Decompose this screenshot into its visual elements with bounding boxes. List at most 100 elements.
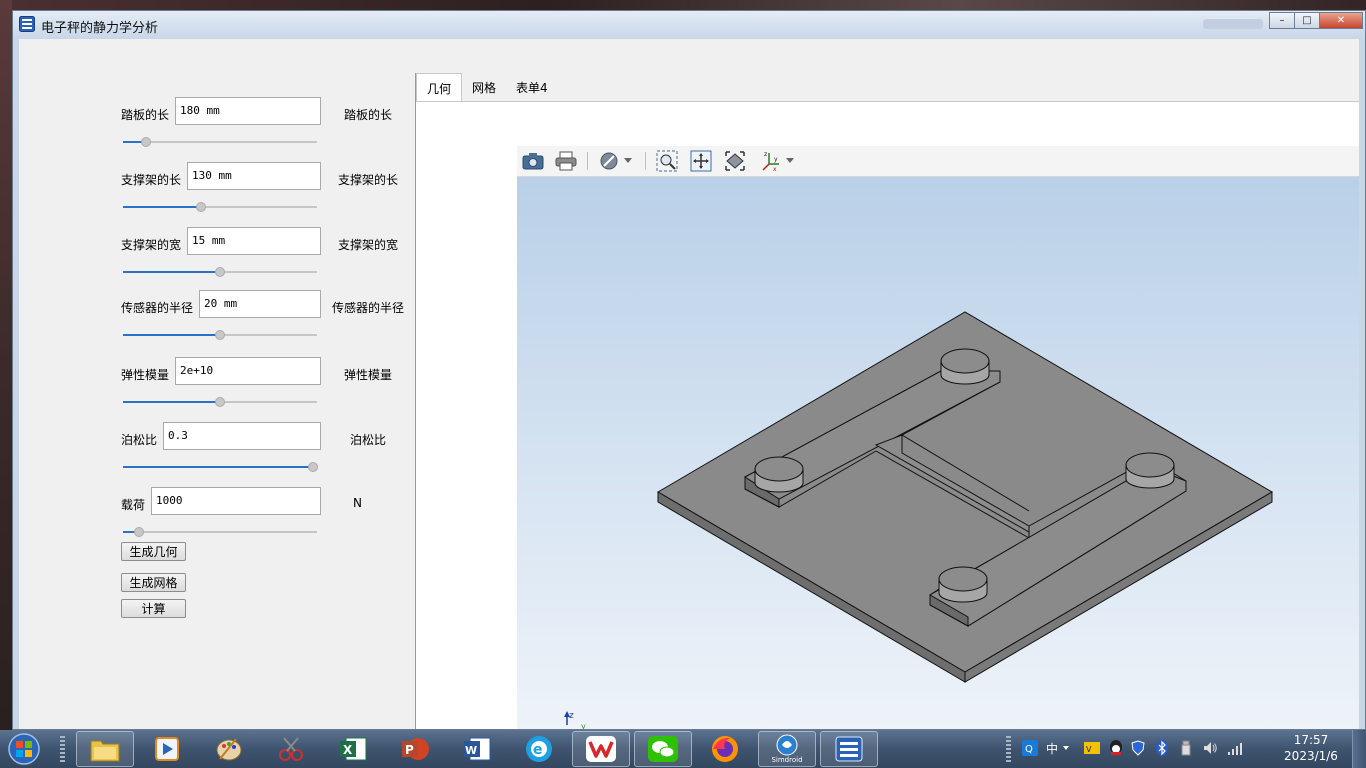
sensor-radius-slider[interactable] (123, 330, 317, 340)
title-bar-blur (1203, 19, 1263, 29)
svg-text:x: x (773, 166, 777, 172)
close-button[interactable]: ✕ (1319, 12, 1363, 29)
network-icon[interactable] (1226, 739, 1246, 757)
param-unit-support-length: 支撑架的长 (338, 173, 399, 187)
axes-icon[interactable]: zyx (759, 150, 783, 172)
3d-viewport[interactable]: z y (517, 177, 1359, 729)
view-fit-icon[interactable] (723, 150, 747, 172)
wechat-icon[interactable] (634, 731, 692, 767)
maximize-button[interactable]: □ (1294, 12, 1320, 29)
pedal-length-input[interactable]: 180 mm (175, 97, 321, 125)
slider-thumb[interactable] (133, 527, 144, 537)
param-unit-support-width: 支撑架的宽 (338, 238, 399, 252)
clock-date: 2023/1/6 (1284, 749, 1338, 763)
start-button[interactable] (4, 732, 44, 766)
axis-z-label: z (569, 711, 574, 721)
slider-thumb[interactable] (308, 462, 319, 472)
support-length-input[interactable]: 130 mm (187, 162, 321, 190)
slider-thumb[interactable] (215, 397, 225, 407)
compute-button[interactable]: 计算 (121, 599, 186, 618)
generate-geometry-button[interactable]: 生成几何 (121, 542, 186, 561)
sensor-radius-input[interactable]: 20 mm (199, 290, 321, 318)
param-label-load: 载荷 (121, 498, 146, 512)
bluetooth-icon[interactable] (1154, 739, 1170, 757)
system-clock[interactable]: 17:57 2023/1/6 (1282, 732, 1340, 764)
window-title: 电子秤的静力学分析 (41, 21, 159, 36)
electronic-scale-app-icon[interactable] (820, 731, 878, 767)
volume-icon[interactable] (1202, 739, 1218, 757)
ime-chevron-down-icon[interactable] (1062, 739, 1070, 757)
scale-model-render: z y (564, 311, 1273, 729)
simdroid-label: Simdroid (771, 756, 803, 764)
title-bar[interactable]: 电子秤的静力学分析 – □ ✕ (13, 11, 1365, 39)
zoom-extents-icon[interactable] (689, 150, 713, 172)
viewer-toolbar: zyx (517, 146, 1359, 177)
pedal-length-slider[interactable] (123, 137, 317, 147)
load-slider[interactable] (123, 527, 317, 537)
axes-dropdown-chevron-down-icon[interactable] (783, 150, 797, 172)
security-shield-icon[interactable] (1130, 739, 1146, 757)
firefox-icon[interactable] (696, 731, 754, 767)
tab-mesh[interactable]: 网格 (462, 73, 507, 102)
word-icon[interactable]: W (448, 731, 506, 767)
hide-icon[interactable] (597, 150, 621, 172)
param-label-elastic-modulus: 弹性模量 (121, 368, 170, 382)
param-label-poisson-ratio: 泊松比 (121, 433, 158, 447)
param-unit-sensor-radius: 传感器的半径 (332, 301, 405, 315)
load-input[interactable]: 1000 (151, 487, 321, 515)
wps-icon[interactable] (572, 731, 630, 767)
support-length-slider[interactable] (123, 202, 317, 212)
app-icon (19, 16, 35, 32)
param-label-sensor-radius: 传感器的半径 (121, 301, 194, 315)
support-width-slider[interactable] (123, 267, 317, 277)
tab-form4[interactable]: 表单4 (506, 73, 558, 102)
axis-y-label: y (581, 722, 586, 729)
paint-icon[interactable] (200, 731, 258, 767)
app-window: 电子秤的静力学分析 – □ ✕ 踏板的长 180 mm 踏板的长 支撑架的长 1… (12, 10, 1366, 730)
media-player-icon[interactable] (138, 731, 196, 767)
slider-thumb[interactable] (215, 330, 225, 340)
file-explorer-icon[interactable] (76, 731, 134, 767)
param-unit-load: N (353, 496, 362, 510)
vpn-icon[interactable]: V (1084, 739, 1100, 757)
axis-triad-icon: z y (564, 711, 586, 729)
svg-text:Q: Q (1025, 744, 1033, 755)
excel-icon[interactable]: X (324, 731, 382, 767)
elastic-modulus-slider[interactable] (123, 397, 317, 407)
desktop-background-top (0, 0, 1366, 10)
slider-thumb[interactable] (215, 267, 225, 277)
poisson-ratio-input[interactable]: 0.3 (163, 422, 321, 450)
slider-thumb[interactable] (195, 202, 206, 212)
qq-icon[interactable] (1108, 739, 1124, 757)
elastic-modulus-input[interactable]: 2e+10 (175, 357, 321, 385)
support-width-input[interactable]: 15 mm (187, 227, 321, 255)
client-area: 踏板的长 180 mm 踏板的长 支撑架的长 130 mm 支撑架的长 支撑架的… (19, 39, 1359, 729)
snipping-tool-icon[interactable] (262, 731, 320, 767)
svg-text:y: y (774, 156, 778, 163)
svg-text:e: e (533, 742, 543, 758)
hide-dropdown-chevron-down-icon[interactable] (621, 150, 635, 172)
powerpoint-icon[interactable]: P (386, 731, 444, 767)
svg-text:W: W (465, 744, 477, 757)
ime-mode-indicator[interactable]: 中 (1044, 739, 1060, 757)
print-icon[interactable] (554, 150, 578, 172)
poisson-ratio-slider[interactable] (123, 462, 319, 472)
param-unit-poisson-ratio: 泊松比 (350, 433, 387, 447)
zoom-box-icon[interactable] (655, 150, 679, 172)
edge-icon[interactable]: e (510, 731, 568, 767)
simdroid-icon[interactable]: Simdroid (758, 731, 816, 767)
minimize-button[interactable]: – (1269, 12, 1295, 29)
svg-text:P: P (405, 743, 414, 757)
param-unit-elastic-modulus: 弹性模量 (344, 368, 393, 382)
param-unit-pedal-length: 踏板的长 (344, 108, 393, 122)
tab-geometry[interactable]: 几何 (416, 73, 463, 102)
tab-content: zyx z y (416, 102, 1359, 729)
qq-browser-icon[interactable]: Q (1022, 739, 1038, 757)
generate-mesh-button[interactable]: 生成网格 (121, 573, 186, 592)
clock-time: 17:57 (1293, 733, 1329, 747)
param-label-pedal-length: 踏板的长 (121, 108, 170, 122)
show-desktop-button[interactable] (1352, 730, 1366, 768)
usb-device-icon[interactable] (1178, 739, 1194, 757)
camera-icon[interactable] (521, 150, 545, 172)
slider-thumb[interactable] (141, 137, 152, 147)
